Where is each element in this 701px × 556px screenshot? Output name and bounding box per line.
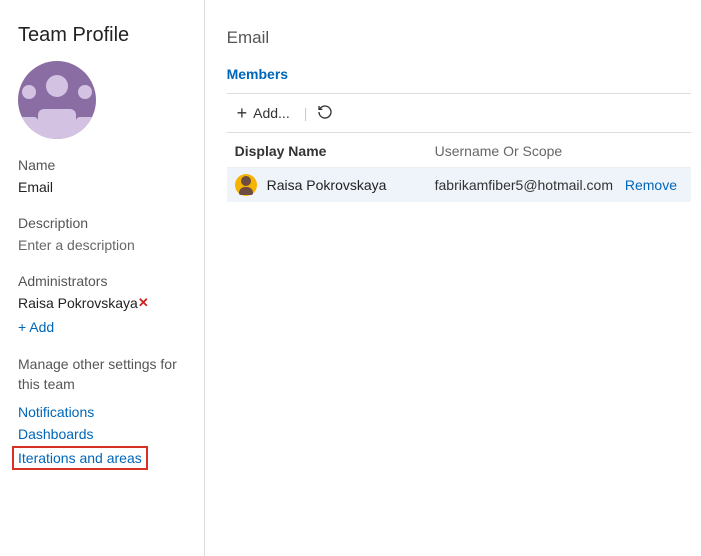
remove-admin-icon[interactable]: ✕: [138, 295, 149, 311]
member-avatar-icon: [235, 174, 257, 196]
add-admin-link[interactable]: + Add: [18, 319, 186, 335]
dashboards-link[interactable]: Dashboards: [18, 426, 186, 442]
refresh-button[interactable]: [317, 104, 333, 123]
main-panel: Email Members + Add... | Display Name Us…: [205, 0, 701, 556]
admins-label: Administrators: [18, 273, 186, 289]
table-row[interactable]: Raisa Pokrovskaya fabrikamfiber5@hotmail…: [227, 168, 691, 202]
remove-member-link[interactable]: Remove: [613, 177, 683, 193]
col-display-name[interactable]: Display Name: [235, 143, 435, 159]
description-label: Description: [18, 215, 186, 231]
name-value[interactable]: Email: [18, 179, 186, 195]
add-label: Add...: [253, 105, 290, 121]
member-name: Raisa Pokrovskaya: [267, 177, 435, 193]
plus-icon: +: [237, 104, 248, 122]
col-username[interactable]: Username Or Scope: [435, 143, 613, 159]
admin-name: Raisa Pokrovskaya: [18, 295, 138, 311]
name-label: Name: [18, 157, 186, 173]
sidebar-title: Team Profile: [18, 24, 186, 47]
admin-row: Raisa Pokrovskaya ✕: [18, 295, 186, 311]
add-member-button[interactable]: + Add...: [233, 102, 294, 124]
toolbar: + Add... |: [227, 93, 691, 133]
member-username: fabrikamfiber5@hotmail.com: [435, 177, 613, 193]
tab-row: Members: [227, 66, 691, 87]
page-title: Email: [227, 28, 691, 48]
iterations-link[interactable]: Iterations and areas: [18, 450, 142, 466]
notifications-link[interactable]: Notifications: [18, 404, 186, 420]
manage-settings-label: Manage other settings for this team: [18, 355, 186, 394]
table-header: Display Name Username Or Scope: [227, 133, 691, 168]
description-input[interactable]: Enter a description: [18, 237, 186, 253]
iterations-highlight: Iterations and areas: [12, 446, 148, 470]
toolbar-separator: |: [304, 105, 308, 121]
sidebar: Team Profile Name Email Description Ente…: [0, 0, 205, 556]
team-avatar[interactable]: [18, 61, 96, 139]
tab-members[interactable]: Members: [227, 66, 288, 86]
